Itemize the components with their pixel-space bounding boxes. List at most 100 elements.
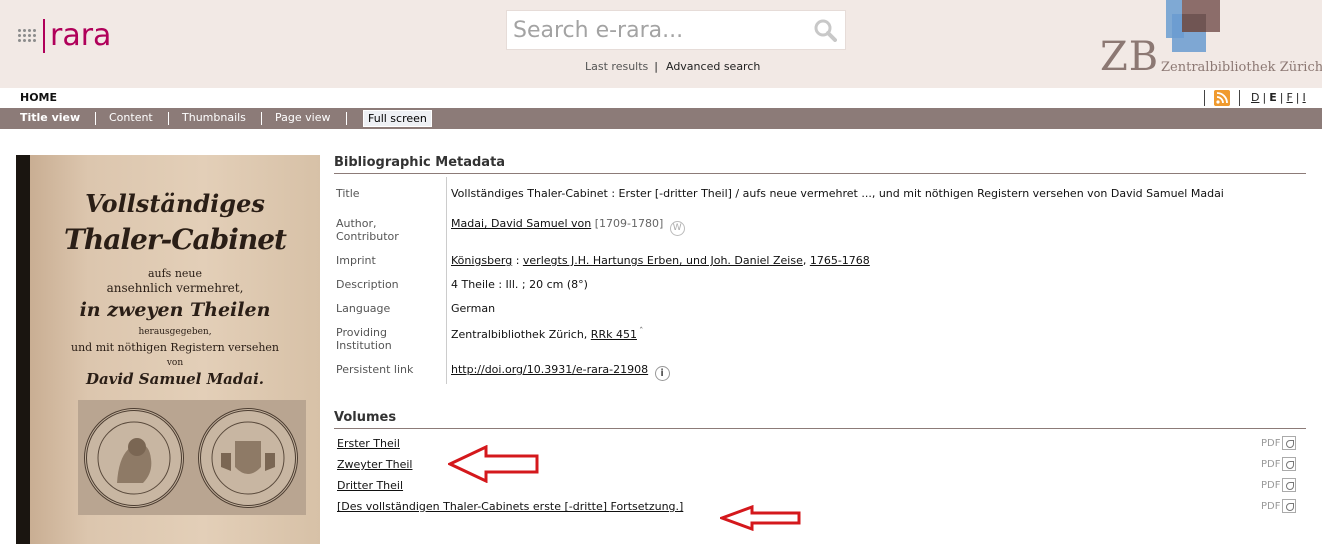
metadata-heading: Bibliographic Metadata (334, 155, 506, 170)
language-separator: | (1262, 91, 1267, 104)
rss-feed-icon[interactable] (1214, 90, 1230, 106)
divider (446, 177, 447, 384)
full-screen-button[interactable]: Full screen (363, 110, 432, 127)
author-link[interactable]: Madai, David Samuel von (451, 217, 591, 230)
tab-title-view[interactable]: Title view (20, 111, 80, 124)
erara-logo[interactable]: rara (18, 16, 111, 56)
pdf-download-button[interactable]: PDF (1261, 499, 1297, 513)
cover-line: herausgegeben, (138, 327, 212, 337)
external-link-icon[interactable]: ˆ (639, 327, 644, 337)
persistent-link[interactable]: http://doi.org/10.3931/e-rara-21908 (451, 363, 648, 376)
imprint-place-link[interactable]: Königsberg (451, 254, 512, 267)
language-label: Language (336, 302, 391, 315)
divider (168, 112, 169, 125)
imprint-value: Königsberg : verlegts J.H. Hartungs Erbe… (451, 254, 870, 267)
persistent-link-value: http://doi.org/10.3931/e-rara-21908 i (451, 363, 670, 381)
cover-line: ansehnlich vermehret, (106, 281, 244, 295)
coat-of-arms-icon (211, 421, 285, 495)
search-box (506, 10, 846, 50)
home-link[interactable]: HOME (20, 91, 57, 104)
cover-line: in zweyen Theilen (79, 299, 271, 321)
logo-word: rara (50, 18, 112, 53)
pdf-label: PDF (1261, 437, 1281, 449)
site-header: rara Last results | Advanced search ZB Zen… (0, 0, 1322, 88)
description-value: 4 Theile : Ill. ; 20 cm (8°) (451, 278, 588, 291)
cover-line: Vollständiges (85, 189, 265, 218)
pdf-label: PDF (1261, 479, 1281, 491)
language-separator: | (1295, 91, 1300, 104)
portrait-icon (97, 421, 171, 495)
zb-letters: ZB (1100, 34, 1160, 80)
divider (261, 112, 262, 125)
description-label: Description (336, 278, 399, 291)
cover-line: und mit nöthigen Registern versehen (70, 341, 280, 354)
title-page-image[interactable]: Vollständiges Thaler-Cabinet aufs neue a… (16, 155, 320, 544)
cover-line: aufs neue (147, 267, 203, 280)
language-d[interactable]: D (1251, 91, 1259, 104)
logo-dots-icon (18, 25, 40, 47)
language-i[interactable]: I (1302, 91, 1305, 104)
pdf-label: PDF (1261, 458, 1281, 470)
info-icon[interactable]: i (654, 366, 670, 381)
volume-link[interactable]: Zweyter Theil (337, 458, 412, 471)
search-links: Last results | Advanced search (585, 60, 760, 73)
zb-logo-shapes-icon (1166, 0, 1220, 52)
title-label: Title (336, 187, 360, 200)
pdf-icon (1282, 457, 1297, 471)
imprint-years-link[interactable]: 1765-1768 (810, 254, 870, 267)
view-navigation: Title view Content Thumbnails Page view … (0, 108, 1322, 129)
volume-link[interactable]: Dritter Theil (337, 479, 403, 492)
divider (1204, 90, 1205, 106)
imprint-publisher-link[interactable]: verlegts J.H. Hartungs Erben, und Joh. D… (523, 254, 803, 267)
language-switcher: D | E | F | I (1251, 91, 1306, 104)
institution-name: Zentralbibliothek Zürich, (451, 328, 591, 341)
shelfmark-link[interactable]: RRk 451 (591, 328, 637, 341)
pdf-icon (1282, 436, 1297, 450)
language-e[interactable]: E (1269, 91, 1277, 104)
imprint-separator: : (512, 254, 523, 267)
author-label: Author, Contributor (336, 217, 399, 243)
pdf-download-button[interactable]: PDF (1261, 457, 1297, 471)
volumes-heading: Volumes (334, 410, 397, 425)
last-results-link[interactable]: Last results (585, 60, 648, 73)
divider (95, 112, 96, 125)
language-value: German (451, 302, 496, 315)
top-navigation: HOME D | E | F | I (0, 88, 1322, 108)
library-name: Zentralbibliothek Zürich (1161, 60, 1322, 75)
persistent-link-label: Persistent link (336, 363, 414, 376)
title-value: Vollständiges Thaler-Cabinet : Erster [-… (451, 187, 1224, 200)
wikipedia-icon[interactable]: W (669, 221, 685, 236)
divider (346, 112, 347, 125)
search-input[interactable] (507, 11, 807, 49)
pdf-icon (1282, 499, 1297, 513)
language-f[interactable]: F (1286, 91, 1292, 104)
tab-content[interactable]: Content (109, 111, 153, 124)
title-page: Vollständiges Thaler-Cabinet aufs neue a… (30, 155, 320, 544)
coin-arms (198, 408, 298, 508)
left-arrow-icon (448, 445, 539, 483)
divider (1239, 90, 1240, 106)
pdf-icon (1282, 478, 1297, 492)
divider (334, 173, 1306, 174)
imprint-separator: , (802, 254, 810, 267)
tab-thumbnails[interactable]: Thumbnails (182, 111, 246, 124)
cover-line: David Samuel Madai. (85, 370, 265, 388)
search-links-separator: | (654, 60, 658, 73)
coin-engraving (78, 400, 306, 515)
pdf-label: PDF (1261, 500, 1281, 512)
tab-page-view[interactable]: Page view (275, 111, 330, 124)
author-dates: [1709-1780] (594, 217, 664, 230)
divider (334, 428, 1306, 429)
author-value: Madai, David Samuel von [1709-1780] W (451, 217, 685, 236)
coin-portrait (84, 408, 184, 508)
volume-link[interactable]: [Des vollständigen Thaler-Cabinets erste… (337, 500, 683, 513)
pdf-download-button[interactable]: PDF (1261, 478, 1297, 492)
zentralbibliothek-logo[interactable]: ZB Zentralbibliothek Zürich (1098, 0, 1322, 88)
search-icon[interactable] (813, 18, 837, 42)
institution-label: Providing Institution (336, 326, 392, 352)
advanced-search-link[interactable]: Advanced search (666, 60, 760, 73)
left-arrow-icon (720, 505, 801, 531)
volume-link[interactable]: Erster Theil (337, 437, 400, 450)
cover-line: von (166, 358, 184, 368)
pdf-download-button[interactable]: PDF (1261, 436, 1297, 450)
